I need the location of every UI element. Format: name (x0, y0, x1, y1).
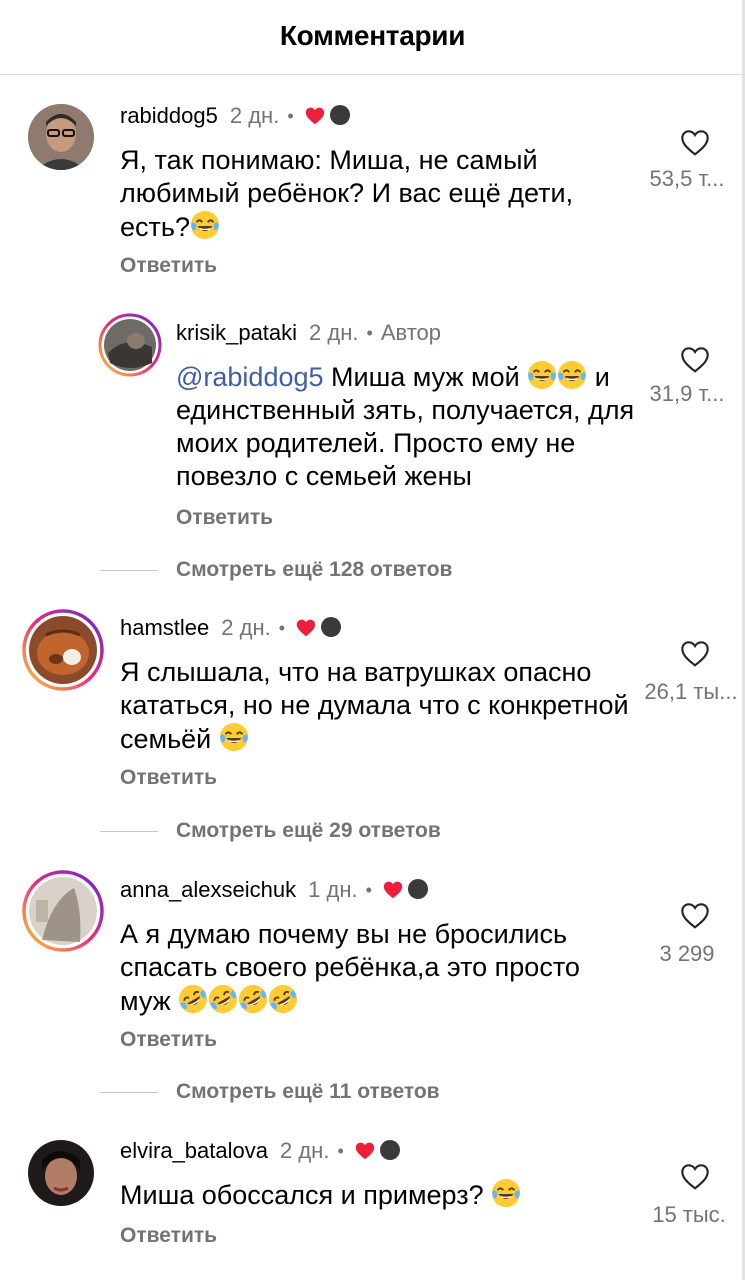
comments-header: Комментарии (0, 0, 745, 75)
view-more-label[interactable]: Смотреть ещё 128 ответов (176, 558, 452, 582)
like-count: 15 тыс. (652, 1202, 726, 1227)
comment-meta: anna_alexseichuk 1 дн. • (120, 877, 428, 903)
avatar-story-ring (22, 609, 104, 691)
view-more-label[interactable]: Смотреть ещё 11 ответов (176, 1080, 440, 1104)
rofl-emoji (208, 984, 238, 1014)
creator-liked-icon (304, 105, 350, 127)
comment-meta: krisik_pataki 2 дн. • Автор (176, 320, 441, 346)
avatar[interactable] (22, 870, 104, 952)
creator-liked-icon (382, 879, 428, 901)
creator-mini-avatar (321, 617, 342, 637)
avatar-story-ring (22, 870, 104, 952)
avatar-story-ring (98, 313, 162, 377)
timestamp: 2 дн. (221, 615, 271, 640)
like-control[interactable]: 15 тыс. (640, 1161, 745, 1228)
rofl-emoji (178, 984, 208, 1014)
heart-outline-icon[interactable] (679, 1161, 711, 1193)
like-count: 3 299 (659, 941, 715, 966)
like-count: 31,9 т... (649, 381, 725, 406)
separator: • (365, 879, 372, 900)
separator: • (278, 617, 286, 638)
timestamp: 2 дн. (229, 103, 280, 128)
comment-text: Я, так понимаю: Миша, не самый любимый р… (120, 145, 574, 242)
timestamp: 1 дн. (308, 877, 358, 902)
view-more-replies[interactable]: Смотреть ещё 11 ответов (100, 1080, 440, 1104)
reply-button[interactable]: Ответить (120, 766, 217, 790)
separator: • (287, 105, 294, 126)
heart-outline-icon[interactable] (679, 900, 711, 932)
divider-line (100, 569, 158, 571)
separator: • (337, 1140, 344, 1161)
username[interactable]: hamstlee (120, 615, 209, 641)
like-control[interactable]: 3 299 (640, 900, 745, 967)
mention-link[interactable]: @rabiddog5 (176, 362, 324, 392)
like-count: 53,5 т... (649, 166, 725, 191)
creator-mini-avatar (407, 879, 428, 899)
reply-button[interactable]: Ответить (120, 1224, 217, 1248)
reply-button[interactable]: Ответить (176, 506, 273, 530)
username[interactable]: krisik_pataki (176, 320, 297, 346)
page-title: Комментарии (279, 20, 466, 51)
creator-mini-avatar (329, 105, 350, 125)
username[interactable]: anna_alexseichuk (120, 877, 296, 903)
comment-meta: rabiddog5 2 дн. • (120, 103, 350, 129)
heart-outline-icon[interactable] (679, 638, 711, 670)
avatar[interactable] (28, 1140, 94, 1206)
heart-outline-icon[interactable] (679, 127, 711, 159)
like-control[interactable]: 26,1 ты... (640, 638, 745, 705)
comment-meta: hamstlee 2 дн. • (120, 615, 342, 641)
like-count: 26,1 ты... (644, 679, 738, 704)
creator-liked-icon (295, 617, 342, 639)
reply-button[interactable]: Ответить (120, 1028, 217, 1052)
like-control[interactable]: 31,9 т... (640, 344, 745, 407)
view-more-replies[interactable]: Смотреть ещё 29 ответов (100, 819, 441, 843)
joy-emoji (557, 360, 587, 390)
comment-text: @rabiddog5 Миша муж мой и единственный з… (176, 360, 635, 491)
username[interactable]: elvira_batalova (120, 1138, 268, 1164)
joy-emoji (219, 722, 249, 752)
username[interactable]: rabiddog5 (120, 103, 218, 129)
avatar[interactable] (28, 104, 94, 170)
comment-meta: elvira_batalova 2 дн. • (120, 1138, 400, 1164)
reply-button[interactable]: Ответить (120, 254, 217, 278)
avatar-photo (28, 1140, 94, 1206)
joy-emoji (491, 1178, 521, 1208)
creator-liked-icon (354, 1140, 400, 1162)
divider-line (100, 830, 158, 832)
comment-text: Я слышала, что на ватрушках опасно катат… (120, 657, 629, 754)
view-more-label[interactable]: Смотреть ещё 29 ответов (176, 819, 441, 843)
avatar-photo (28, 104, 94, 170)
heart-outline-icon[interactable] (679, 344, 711, 376)
separator: • (366, 322, 373, 343)
rofl-emoji (238, 984, 268, 1014)
joy-emoji (527, 360, 557, 390)
author-badge: Автор (380, 320, 441, 345)
avatar[interactable] (22, 609, 104, 691)
divider-line (100, 1091, 158, 1093)
joy-emoji (190, 210, 220, 240)
comment-text: А я думаю почему вы не бросились спасать… (120, 918, 632, 1018)
view-more-replies[interactable]: Смотреть ещё 128 ответов (100, 558, 452, 582)
avatar[interactable] (98, 313, 162, 377)
like-control[interactable]: 53,5 т... (640, 127, 745, 192)
timestamp: 2 дн. (309, 320, 359, 345)
creator-mini-avatar (379, 1140, 400, 1160)
timestamp: 2 дн. (279, 1138, 330, 1163)
rofl-emoji (268, 984, 298, 1014)
comment-text: Миша обоссался и примерз? (120, 1178, 632, 1212)
